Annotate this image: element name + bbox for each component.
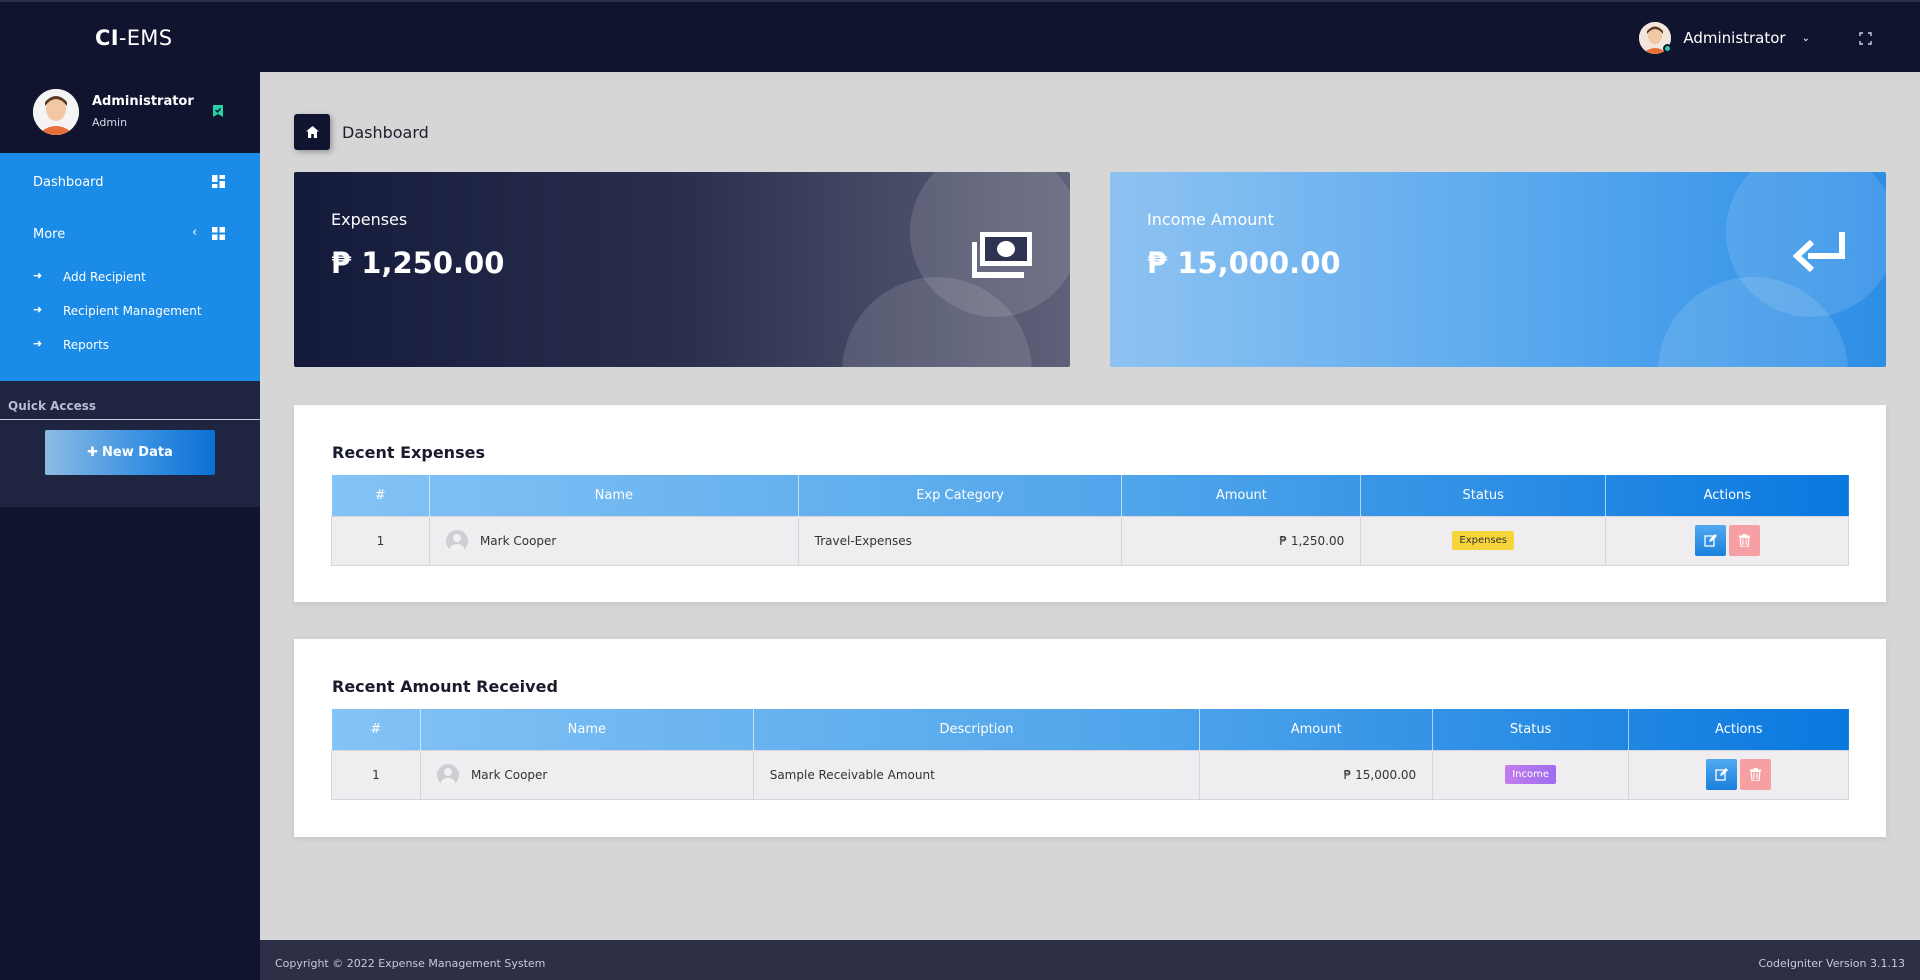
column-header[interactable]: Name xyxy=(429,475,799,516)
actions-cell xyxy=(1628,749,1849,800)
description-cell: Sample Receivable Amount xyxy=(752,749,1201,800)
column-header[interactable]: # xyxy=(331,475,430,516)
amount-cell: ₱ 15,000.00 xyxy=(1199,749,1434,800)
top-bar: CI-EMS Administrator ⌄ xyxy=(0,0,1920,72)
income-card-label: Income Amount xyxy=(1147,210,1274,229)
income-card-value: ₱ 15,000.00 xyxy=(1147,246,1341,280)
trash-icon xyxy=(1738,534,1750,547)
table-header-row: # Name Description Amount Status Actions xyxy=(331,709,1849,750)
profile-avatar xyxy=(33,89,79,135)
column-header[interactable]: Amount xyxy=(1121,475,1362,516)
delete-button[interactable] xyxy=(1728,525,1760,556)
breadcrumb: Dashboard xyxy=(294,114,429,150)
status-cell: Income xyxy=(1432,749,1630,800)
edit-icon xyxy=(1715,768,1729,781)
copyright-text: Copyright © 2022 Expense Management Syst… xyxy=(275,957,546,970)
column-header[interactable]: Actions xyxy=(1606,475,1849,516)
expenses-card-label: Expenses xyxy=(331,210,408,229)
plus-icon: ✚ xyxy=(87,445,99,460)
user-avatar-icon xyxy=(445,529,468,552)
sidebar-profile: Administrator Admin xyxy=(0,72,260,153)
amount-cell: ₱ 1,250.00 xyxy=(1121,515,1362,566)
chevron-down-icon: ⌄ xyxy=(1801,32,1810,44)
return-arrow-icon xyxy=(1792,232,1845,272)
recent-expenses-title: Recent Expenses xyxy=(332,443,485,462)
sidebar: Administrator Admin Dashboard More ‹ ➜ A… xyxy=(0,72,260,980)
column-header[interactable]: Description xyxy=(753,709,1201,750)
column-header[interactable]: Exp Category xyxy=(798,475,1123,516)
brand-logo[interactable]: CI-EMS xyxy=(95,26,172,50)
chevron-left-icon: ‹ xyxy=(192,225,198,240)
edit-icon xyxy=(1703,534,1717,547)
column-header[interactable]: # xyxy=(331,709,421,750)
online-status-dot xyxy=(1663,44,1673,53)
column-header[interactable]: Name xyxy=(420,709,754,750)
sidebar-nav: Dashboard More ‹ ➜ Add Recipient ➜ Recip… xyxy=(0,153,260,381)
fullscreen-icon[interactable] xyxy=(1859,32,1872,45)
expenses-card-value: ₱ 1,250.00 xyxy=(331,246,505,280)
name-cell: Mark Cooper xyxy=(419,749,754,800)
recent-received-table: # Name Description Amount Status Actions… xyxy=(331,709,1849,800)
name-cell: Mark Cooper xyxy=(428,515,799,566)
arrow-right-icon: ➜ xyxy=(33,337,43,350)
column-header[interactable]: Actions xyxy=(1629,709,1849,750)
row-number: 1 xyxy=(331,749,421,800)
sidebar-item-more[interactable]: More ‹ xyxy=(0,209,260,261)
quick-access-section: Quick Access ✚ New Data xyxy=(0,381,260,507)
table-row: 1 Mark Cooper Sample Receivable Amount ₱… xyxy=(331,749,1849,800)
status-cell: Expenses xyxy=(1360,515,1607,566)
main-content: Dashboard Expenses ₱ 1,250.00 Income Amo… xyxy=(260,72,1920,940)
dashboard-grid-icon xyxy=(212,175,225,188)
version-text: CodeIgniter Version 3.1.13 xyxy=(1758,957,1905,970)
recent-expenses-panel: Recent Expenses # Name Exp Category Amou… xyxy=(294,405,1886,602)
sidebar-item-add-recipient[interactable]: ➜ Add Recipient xyxy=(0,261,260,295)
page-title: Dashboard xyxy=(342,122,429,142)
divider xyxy=(0,419,260,420)
recent-received-panel: Recent Amount Received # Name Descriptio… xyxy=(294,639,1886,837)
trash-icon xyxy=(1750,768,1762,781)
sidebar-item-recipient-management[interactable]: ➜ Recipient Management xyxy=(0,295,260,329)
category-cell: Travel-Expenses xyxy=(797,515,1123,566)
money-bill-icon xyxy=(972,232,1032,278)
quick-access-title: Quick Access xyxy=(8,399,97,413)
new-data-button[interactable]: ✚ New Data xyxy=(45,430,215,475)
grid-icon xyxy=(212,227,225,240)
recent-received-title: Recent Amount Received xyxy=(332,677,558,696)
row-number: 1 xyxy=(331,515,430,566)
delete-button[interactable] xyxy=(1740,759,1772,790)
recent-expenses-table: # Name Exp Category Amount Status Action… xyxy=(331,475,1849,566)
profile-name: Administrator xyxy=(92,94,194,109)
column-header[interactable]: Amount xyxy=(1199,709,1434,750)
expenses-summary-card: Expenses ₱ 1,250.00 xyxy=(294,172,1070,367)
sidebar-item-reports[interactable]: ➜ Reports xyxy=(0,329,260,363)
status-badge: Income xyxy=(1505,765,1557,784)
user-avatar-icon xyxy=(436,763,459,786)
user-name: Administrator xyxy=(1683,29,1786,47)
table-row: 1 Mark Cooper Travel-Expenses ₱ 1,250.00… xyxy=(331,515,1849,566)
edit-button[interactable] xyxy=(1706,759,1738,790)
arrow-right-icon: ➜ xyxy=(33,303,43,316)
actions-cell xyxy=(1605,515,1849,566)
arrow-right-icon: ➜ xyxy=(33,269,43,282)
user-menu[interactable]: Administrator ⌄ xyxy=(1639,22,1810,54)
footer: Copyright © 2022 Expense Management Syst… xyxy=(260,940,1920,980)
home-icon[interactable] xyxy=(294,114,330,150)
table-header-row: # Name Exp Category Amount Status Action… xyxy=(331,475,1849,516)
bookmark-check-icon xyxy=(213,105,223,117)
sidebar-item-dashboard[interactable]: Dashboard xyxy=(0,157,260,209)
profile-role: Admin xyxy=(92,116,128,129)
column-header[interactable]: Status xyxy=(1360,475,1607,516)
column-header[interactable]: Status xyxy=(1432,709,1630,750)
income-summary-card: Income Amount ₱ 15,000.00 xyxy=(1110,172,1886,367)
edit-button[interactable] xyxy=(1694,525,1726,556)
status-badge: Expenses xyxy=(1452,531,1515,550)
